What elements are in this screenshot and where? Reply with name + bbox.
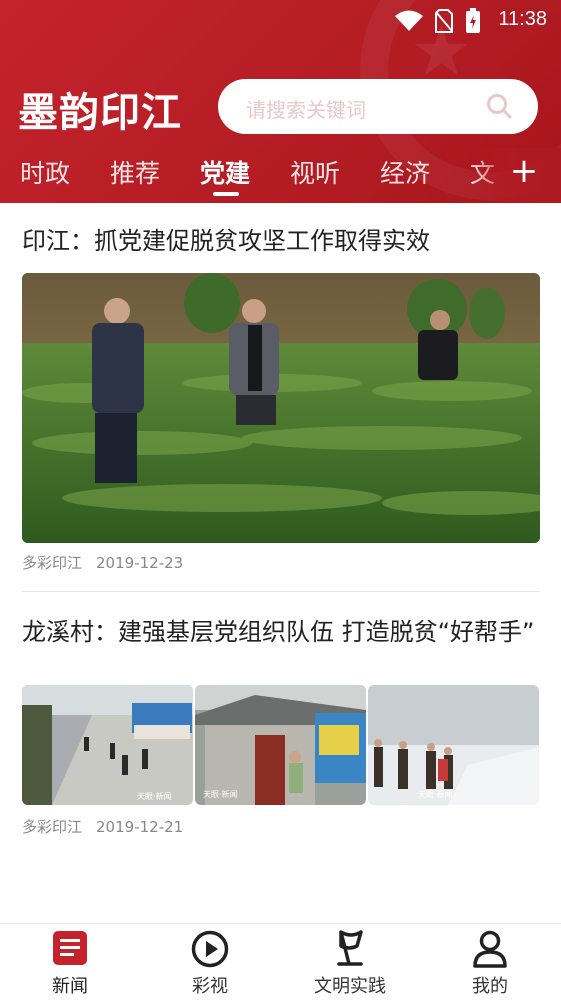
- article-thumbnail-road-cleaning[interactable]: 天眼·新闻: [22, 685, 193, 805]
- nav-civilization[interactable]: 文明实践: [280, 924, 420, 1000]
- search-icon[interactable]: [486, 93, 512, 123]
- article-title[interactable]: 印江：抓党建促脱贫攻坚工作取得实效: [22, 225, 542, 258]
- article-divider: [22, 591, 540, 592]
- article-meta: 多彩印江 2019-12-23: [22, 552, 197, 573]
- tab-jingji[interactable]: 经济: [380, 154, 430, 190]
- user-icon: [473, 930, 507, 972]
- article-image-tea-field[interactable]: [22, 273, 540, 543]
- tab-shizheng[interactable]: 时政: [20, 154, 70, 190]
- bottom-navigation: 新闻 彩视 文明实践 我的: [0, 923, 561, 999]
- svg-text:天眼·新闻: 天眼·新闻: [137, 791, 172, 801]
- flag-icon: [335, 930, 365, 972]
- nav-video[interactable]: 彩视: [140, 924, 280, 1000]
- tab-tuijian[interactable]: 推荐: [110, 154, 160, 190]
- article-meta: 多彩印江 2019-12-21: [22, 816, 197, 837]
- article-source: 多彩印江: [22, 818, 83, 836]
- add-channel-button[interactable]: +: [509, 152, 539, 190]
- status-bar: 11:38: [0, 0, 561, 40]
- nav-news[interactable]: 新闻: [0, 924, 140, 1000]
- nav-video-label: 彩视: [192, 976, 228, 997]
- news-icon: [52, 930, 88, 970]
- wifi-icon: [395, 10, 423, 36]
- search-placeholder: 请搜索关键词: [246, 98, 366, 122]
- news-feed[interactable]: 印江：抓党建促脱贫攻坚工作取得实效 多彩印江 2019-12-23 龙溪村：建强…: [0, 203, 561, 923]
- nav-news-label: 新闻: [52, 976, 88, 997]
- nav-civilization-label: 文明实践: [314, 976, 386, 997]
- svg-text:天眼·新闻: 天眼·新闻: [418, 789, 453, 799]
- play-icon: [191, 930, 229, 972]
- active-tab-indicator: [213, 192, 239, 196]
- battery-charging-icon: [465, 8, 481, 38]
- category-tabs: 时政 推荐 党建 视听 经济 文 +: [0, 148, 561, 203]
- article-date: 2019-12-23: [96, 554, 184, 572]
- article-thumbnail-mountain-group[interactable]: 天眼·新闻: [368, 685, 539, 805]
- status-time: 11:38: [498, 8, 547, 30]
- tab-dangjian[interactable]: 党建: [200, 154, 250, 190]
- app-brand-title: 墨韵印江: [18, 89, 182, 136]
- svg-text:天眼·新闻: 天眼·新闻: [203, 789, 238, 799]
- article-date: 2019-12-21: [96, 818, 184, 836]
- tab-shiting[interactable]: 视听: [290, 154, 340, 190]
- article-source: 多彩印江: [22, 554, 83, 572]
- nav-profile-label: 我的: [472, 976, 508, 997]
- article-thumbnail-village-office[interactable]: 天眼·新闻: [195, 685, 366, 805]
- nav-profile[interactable]: 我的: [420, 924, 560, 1000]
- app-header: ★ 11:38 墨韵印江 请搜索关键词 时政 推荐 党建 视听 经济 文 +: [0, 0, 561, 203]
- sim-icon: [435, 9, 453, 37]
- article-title[interactable]: 龙溪村：建强基层党组织队伍 打造脱贫“好帮手”: [22, 616, 542, 649]
- search-input[interactable]: 请搜索关键词: [218, 79, 538, 134]
